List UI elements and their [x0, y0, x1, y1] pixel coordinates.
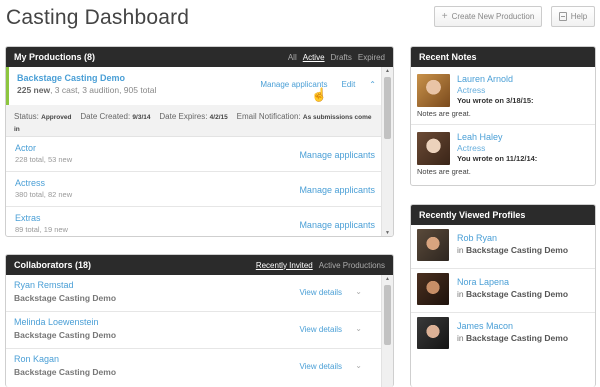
collaborators-header: Collaborators (18) Recently Invited Acti… [6, 255, 393, 275]
help-button[interactable]: Help [551, 6, 595, 27]
status-value: Approved [41, 114, 72, 121]
my-productions-title: My Productions (8) [14, 52, 96, 62]
scroll-thumb[interactable] [384, 285, 391, 345]
avatar[interactable] [417, 229, 449, 261]
collaborator-filters: Recently Invited Active Productions [256, 255, 385, 275]
chevron-down-icon[interactable]: ⌄ [355, 324, 362, 333]
email-label: Email Notification: [236, 112, 301, 121]
avatar[interactable] [417, 317, 449, 349]
role-manage-applicants-link[interactable]: Manage applicants [299, 220, 375, 230]
production-summary: , 3 cast, 3 audition, 905 total [50, 85, 157, 95]
profile-item[interactable]: Nora Lapena in Backstage Casting Demo [411, 269, 595, 313]
filter-recently-invited[interactable]: Recently Invited [256, 261, 313, 270]
note-text: Notes are great. [417, 109, 471, 118]
filter-drafts[interactable]: Drafts [331, 53, 352, 62]
help-label: Help [570, 12, 588, 21]
chevron-down-icon[interactable]: ⌄ [355, 287, 362, 296]
in-label: in [457, 245, 464, 255]
recently-viewed-title: Recently Viewed Profiles [419, 210, 526, 220]
filter-active[interactable]: Active [303, 53, 325, 62]
created-value: 9/3/14 [132, 114, 151, 121]
profile-production: in Backstage Casting Demo [457, 333, 568, 343]
avatar[interactable] [417, 273, 449, 305]
recent-notes-title: Recent Notes [419, 52, 477, 62]
profile-production: in Backstage Casting Demo [457, 289, 568, 299]
view-details-link[interactable]: View details [299, 362, 342, 371]
collapse-icon[interactable]: ⌃ [369, 80, 376, 89]
avatar[interactable] [417, 132, 450, 165]
note-text: Notes are great. [417, 167, 471, 176]
productions-scrollbar[interactable]: ▲ ▼ [381, 67, 393, 236]
role-row-actress[interactable]: Actress 380 total, 82 new Manage applica… [6, 172, 382, 207]
role-row-extras[interactable]: Extras 89 total, 19 new Manage applicant… [6, 207, 382, 236]
note-date: You wrote on 3/18/15: [457, 96, 534, 105]
collaborators-panel: Collaborators (18) Recently Invited Acti… [5, 254, 394, 387]
profile-item[interactable]: James Macon in Backstage Casting Demo [411, 313, 595, 357]
in-label: in [457, 333, 464, 343]
hand-cursor-icon: ☝ [311, 87, 328, 102]
plus-icon: + [441, 11, 448, 22]
filter-active-productions[interactable]: Active Productions [319, 261, 385, 270]
create-new-production-button[interactable]: + Create New Production [434, 6, 542, 27]
collaborators-scrollbar[interactable]: ▲ [381, 275, 393, 387]
collaborator-row[interactable]: Melinda Loewenstein Backstage Casting De… [6, 312, 382, 349]
scroll-up-icon[interactable]: ▲ [382, 276, 393, 282]
note-person-name[interactable]: Lauren Arnold [457, 74, 513, 84]
status-label: Status: [14, 112, 39, 121]
view-details-link[interactable]: View details [299, 288, 342, 297]
profile-production: in Backstage Casting Demo [457, 245, 568, 255]
filter-all[interactable]: All [288, 53, 297, 62]
note-person-role: Actress [457, 85, 486, 95]
edit-link[interactable]: Edit [342, 80, 356, 89]
note-person-role: Actress [457, 143, 486, 153]
page-title: Casting Dashboard [6, 6, 190, 29]
recent-notes-panel: Recent Notes Lauren Arnold Actress You w… [410, 46, 596, 186]
recent-notes-header: Recent Notes [411, 47, 595, 67]
scroll-down-icon[interactable]: ▼ [382, 230, 393, 236]
view-details-link[interactable]: View details [299, 325, 342, 334]
help-book-icon [558, 12, 567, 21]
scroll-thumb[interactable] [384, 77, 391, 139]
production-filters: All Active Drafts Expired [288, 47, 385, 67]
collaborator-row[interactable]: Ryan Remstad Backstage Casting Demo View… [6, 275, 382, 312]
scroll-up-icon[interactable]: ▲ [382, 68, 393, 74]
recently-viewed-panel: Recently Viewed Profiles Rob Ryan in Bac… [410, 204, 596, 387]
collaborator-row[interactable]: Ron Kagan Backstage Casting Demo View de… [6, 349, 382, 386]
production-name: Backstage Casting Demo [466, 333, 569, 343]
note-item: Lauren Arnold Actress You wrote on 3/18/… [411, 67, 595, 125]
note-item: Leah Haley Actress You wrote on 11/12/14… [411, 125, 595, 183]
created-label: Date Created: [80, 112, 131, 121]
note-date: You wrote on 11/12/14: [457, 154, 538, 163]
collaborators-list: Ryan Remstad Backstage Casting Demo View… [6, 275, 393, 387]
collaborators-title: Collaborators (18) [14, 260, 92, 270]
top-bar: Casting Dashboard + Create New Productio… [0, 0, 600, 40]
my-productions-header: My Productions (8) All Active Drafts Exp… [6, 47, 393, 67]
production-name: Backstage Casting Demo [466, 245, 569, 255]
profile-name[interactable]: Nora Lapena [457, 277, 509, 287]
production-new-count: 225 new [17, 85, 51, 95]
production-name: Backstage Casting Demo [466, 289, 569, 299]
chevron-down-icon[interactable]: ⌄ [355, 361, 362, 370]
profile-name[interactable]: Rob Ryan [457, 233, 497, 243]
create-new-production-label: Create New Production [451, 12, 535, 21]
avatar[interactable] [417, 74, 450, 107]
role-manage-applicants-link[interactable]: Manage applicants [299, 150, 375, 160]
filter-expired[interactable]: Expired [358, 53, 385, 62]
role-manage-applicants-link[interactable]: Manage applicants [299, 185, 375, 195]
production-details: Status: Approved Date Created: 9/3/14 Da… [6, 105, 382, 137]
recently-viewed-header: Recently Viewed Profiles [411, 205, 595, 225]
my-productions-panel: My Productions (8) All Active Drafts Exp… [5, 46, 394, 237]
expires-value: 4/2/15 [209, 114, 228, 121]
note-person-name[interactable]: Leah Haley [457, 132, 503, 142]
role-row-actor[interactable]: Actor 228 total, 53 new Manage applicant… [6, 137, 382, 172]
expires-label: Date Expires: [159, 112, 208, 121]
in-label: in [457, 289, 464, 299]
profile-name[interactable]: James Macon [457, 321, 513, 331]
productions-list: Backstage Casting Demo 225 new, 3 cast, … [6, 67, 393, 236]
profile-item[interactable]: Rob Ryan in Backstage Casting Demo [411, 225, 595, 269]
